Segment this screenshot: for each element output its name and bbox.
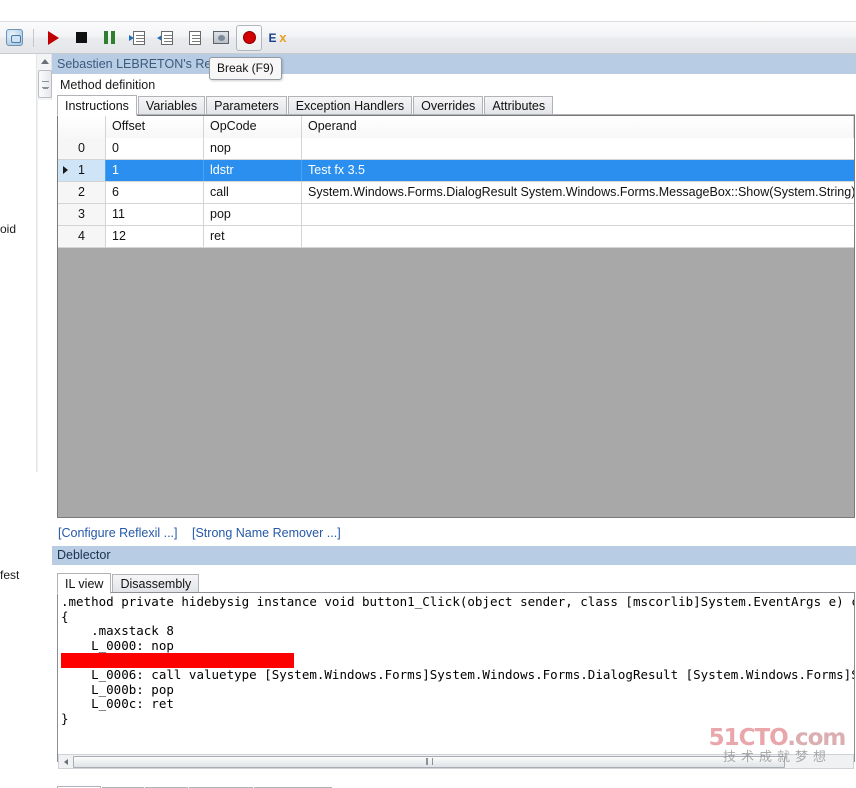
row-offset: 0 [106,138,204,159]
vertical-scrollbar-track[interactable] [37,100,53,472]
break-tooltip: Break (F9) [209,57,282,80]
il-line-2: { [61,608,69,624]
row-offset: 1 [106,160,204,181]
row-offset: 12 [106,226,204,247]
tab-instructions[interactable]: Instructions [57,95,137,116]
exit-button[interactable]: Ex [264,25,290,51]
run-button[interactable] [40,25,66,51]
row-index: 4 [58,226,106,247]
play-icon [47,30,59,45]
grid-header-opcode[interactable]: OpCode [204,116,302,138]
step-over-button[interactable] [152,25,178,51]
grid-header-marker[interactable] [58,116,106,138]
break-button[interactable] [236,24,262,51]
table-row[interactable]: 0 0 nop [58,138,854,160]
vertical-scrollbar-thumb[interactable] [38,70,52,98]
tab-il-view[interactable]: IL view [57,573,112,594]
tab-parameters[interactable]: Parameters [206,96,287,115]
stop-icon [75,32,87,43]
tab-overrides[interactable]: Overrides [413,96,484,115]
application-window: Ex oid fest Sebastien LEBRETON's Reflexi… [0,0,856,788]
il-code-text: .method private hidebysig instance void … [61,594,855,726]
toolbar-separator [33,28,34,47]
row-index: 0 [58,138,106,159]
row-opcode: nop [204,138,302,159]
toolbar-top-spacer [0,0,856,22]
il-line-9: } [61,710,69,726]
show-monitor-button[interactable] [208,25,234,51]
tab-exception-handlers[interactable]: Exception Handlers [287,96,413,115]
il-line-6: L_0006: call valuetype [System.Windows.F… [91,666,854,682]
row-index: 2 [58,182,106,203]
row-opcode: ret [204,226,302,247]
row-offset: 11 [106,204,204,225]
strong-name-remover-link[interactable]: [Strong Name Remover ...] [192,526,341,540]
il-view-horizontal-scrollbar[interactable] [58,754,854,769]
row-operand [302,226,854,247]
step-into-icon [129,30,145,45]
exit-icon: Ex [268,29,287,45]
table-row[interactable]: 3 11 pop [58,204,854,226]
step-out-icon [185,30,201,45]
left-clipped-panel: oid fest [0,54,36,788]
vertical-scrollbar[interactable] [36,54,53,472]
monitor-icon [213,31,229,44]
deblector-title: Deblector [52,546,856,565]
row-operand [302,138,854,159]
instructions-grid[interactable]: Offset OpCode Operand 0 0 nop 1 1 ldstr … [57,115,855,518]
pause-button[interactable] [96,25,122,51]
grid-header-operand[interactable]: Operand [302,116,854,138]
table-row[interactable]: 4 12 ret [58,226,854,248]
configure-reflexil-link[interactable]: [Configure Reflexil ...] [58,526,178,540]
table-row[interactable]: 1 1 ldstr Test fx 3.5 [58,160,854,182]
reflexil-panel: Sebastien LEBRETON's Reflexil Method def… [52,54,856,788]
step-into-button[interactable] [124,25,150,51]
app-icon-button[interactable] [1,25,27,51]
il-view-code-area[interactable]: .method private hidebysig instance void … [57,592,855,762]
grid-header-row: Offset OpCode Operand [58,116,854,138]
row-index: 3 [58,204,106,225]
debug-toolbar: Ex [0,22,856,54]
il-line-7: L_000b: pop [61,681,174,697]
row-offset: 6 [106,182,204,203]
left-clipped-text-top: oid [0,222,17,236]
row-operand: System.Windows.Forms.DialogResult System… [308,185,854,199]
method-definition-label: Method definition [52,74,856,96]
scroll-up-arrow-icon[interactable] [37,54,53,69]
application-icon [5,29,23,46]
reflexil-tabstrip: Instructions Variables Parameters Except… [57,95,855,116]
tab-attributes[interactable]: Attributes [484,96,554,115]
table-row[interactable]: 2 6 call System.Windows.Forms.DialogResu… [58,182,854,204]
reflexil-title: Sebastien LEBRETON's Reflexil [52,54,856,74]
row-opcode: pop [204,204,302,225]
il-line-3: .maxstack 8 [61,623,174,639]
deblector-tabstrip: IL view Disassembly [57,572,855,594]
scroll-left-arrow-icon[interactable] [59,755,72,768]
row-operand [302,204,854,225]
current-row-marker-icon [63,166,68,174]
il-line-8: L_000c: ret [61,696,174,712]
row-index: 1 [58,160,106,181]
step-out-button[interactable] [180,25,206,51]
record-icon [242,31,256,44]
pause-icon [103,31,115,44]
row-operand: Test fx 3.5 [302,160,854,181]
tab-variables[interactable]: Variables [137,96,206,115]
row-opcode: call [204,182,302,203]
left-clipped-text-bottom: fest [0,568,20,582]
reflexil-links: [Configure Reflexil ...] [Strong Name Re… [57,524,855,546]
tab-disassembly[interactable]: Disassembly [112,574,200,593]
step-over-icon [157,30,173,45]
row-index-label: 1 [78,163,85,177]
il-line-breakpoint-highlight: L_0001: ldstr "Test fx 3.5" [61,652,295,668]
horizontal-scrollbar-thumb[interactable] [73,755,785,768]
row-opcode: ldstr [204,160,302,181]
stop-button[interactable] [68,25,94,51]
il-line-4: L_0000: nop [61,637,174,653]
grid-header-offset[interactable]: Offset [106,116,204,138]
il-line-1: .method private hidebysig instance void … [61,594,855,609]
